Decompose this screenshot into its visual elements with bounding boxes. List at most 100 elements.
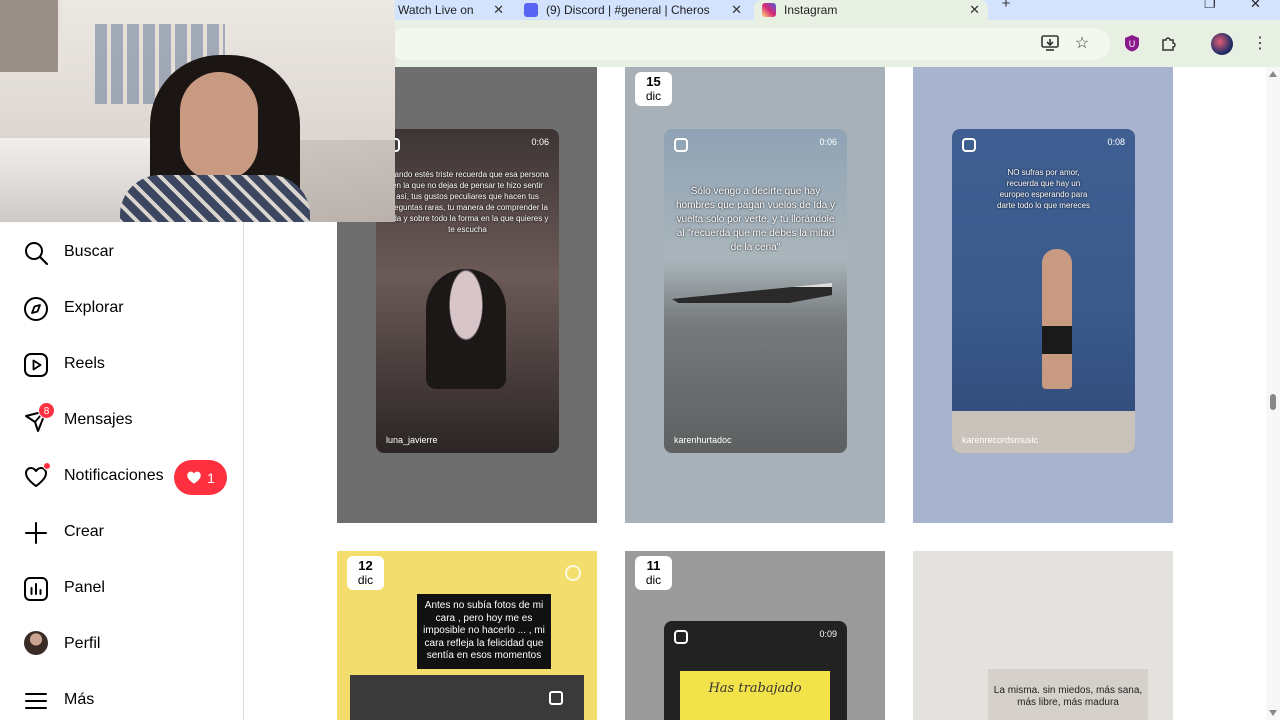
- reel-boat: [952, 411, 1135, 453]
- carousel-icon: [549, 691, 563, 705]
- reels-icon: [674, 630, 688, 644]
- page-scrollbar[interactable]: [1266, 67, 1280, 720]
- sidebar-item-label: Crear: [64, 523, 105, 540]
- sidebar-item-label: Reels: [64, 355, 105, 372]
- grid-post[interactable]: La misma. sin miedos, más sana, más libr…: [913, 551, 1173, 720]
- chart-icon: [24, 577, 48, 601]
- tab-title: Watch Live on: [398, 3, 474, 17]
- menu-icon: [25, 693, 47, 709]
- webcam-person-face: [180, 72, 258, 180]
- sidebar-item-label: Panel: [64, 579, 105, 596]
- reel-username: karenrecordsmusic: [962, 435, 1039, 445]
- tab-discord[interactable]: (9) Discord | #general | Cheros ✕: [516, 0, 750, 20]
- sidebar-item-notificaciones[interactable]: Notificaciones 1: [0, 453, 244, 501]
- reels-icon: [962, 138, 976, 152]
- grid-post[interactable]: 0:08 NO sufras por amor, recuerda que ha…: [913, 67, 1173, 523]
- discord-icon: [524, 3, 538, 17]
- post-date-month: dic: [357, 573, 374, 587]
- pin-icon: [565, 565, 581, 581]
- grid-post[interactable]: 12 dic Antes no subía fotos de mi cara , …: [337, 551, 597, 720]
- sidebar-item-label: Mensajes: [64, 411, 133, 428]
- grid-post[interactable]: 15 dic 0:06 Sólo vengo a decirte que hay …: [625, 67, 885, 523]
- sidebar-item-crear[interactable]: Crear: [0, 509, 244, 557]
- sidebar-item-perfil[interactable]: Perfil: [0, 621, 244, 669]
- reel-subject: [1042, 249, 1072, 389]
- bookmark-star-icon[interactable]: ☆: [1072, 33, 1092, 53]
- notification-count-pill[interactable]: 1: [174, 460, 227, 495]
- svg-text:U: U: [1129, 39, 1136, 49]
- reel-caption: cuando estés triste recuerda que esa per…: [386, 170, 549, 234]
- reel-caption: Sólo vengo a decirte que hay hombres que…: [676, 186, 835, 253]
- sidebar-item-mensajes[interactable]: 8 Mensajes: [0, 397, 244, 445]
- close-icon[interactable]: ✕: [493, 2, 504, 18]
- sidebar-item-label: Perfil: [64, 635, 101, 652]
- ublock-extension-icon[interactable]: U: [1122, 33, 1142, 53]
- restore-window-icon[interactable]: ❐: [1204, 0, 1216, 10]
- extensions-puzzle-icon[interactable]: [1159, 33, 1179, 53]
- reel-subject: [426, 269, 506, 389]
- reels-icon: [24, 353, 48, 377]
- scrollbar-thumb[interactable]: [1270, 394, 1276, 410]
- install-app-icon[interactable]: [1040, 33, 1060, 53]
- reel-thumbnail: 0:09 Has trabajado: [664, 621, 847, 720]
- profile-avatar-icon[interactable]: [1211, 33, 1233, 55]
- post-caption-box: Antes no subía fotos de mi cara , pero h…: [417, 594, 551, 669]
- close-icon[interactable]: ✕: [731, 2, 742, 18]
- scroll-up-icon[interactable]: [1269, 71, 1277, 77]
- reel-duration: 0:08: [1107, 137, 1125, 147]
- heart-filled-icon: [187, 471, 201, 484]
- instagram-icon: [762, 3, 776, 17]
- unread-messages-badge: 8: [38, 402, 55, 419]
- reel-thumbnail: 0:06 cuando estés triste recuerda que es…: [376, 129, 559, 453]
- reels-grid: 0:06 cuando estés triste recuerda que es…: [245, 67, 1265, 720]
- close-icon[interactable]: ✕: [969, 2, 980, 18]
- post-date-month: dic: [645, 573, 662, 587]
- close-window-icon[interactable]: ✕: [1250, 0, 1261, 10]
- reel-username: luna_javierre: [386, 435, 438, 445]
- post-date-day: 12: [358, 558, 373, 573]
- sticky-note: Has trabajado: [680, 671, 830, 720]
- reel-duration: 0:06: [531, 137, 549, 147]
- reel-duration: 0:09: [819, 629, 837, 639]
- screen: Watch Live on ✕ (9) Discord | #general |…: [0, 0, 1280, 720]
- sidebar-item-label: Notificaciones: [64, 467, 164, 484]
- post-date-day: 15: [646, 74, 661, 89]
- sidebar-item-mas[interactable]: Más: [0, 677, 244, 720]
- sidebar-item-reels[interactable]: Reels: [0, 341, 244, 389]
- scroll-down-icon[interactable]: [1269, 710, 1277, 716]
- reel-caption: NO sufras por amor, recuerda que hay un …: [997, 168, 1090, 210]
- reel-thumbnail: 0:08 NO sufras por amor, recuerda que ha…: [952, 129, 1135, 453]
- plus-icon: [25, 522, 47, 544]
- post-date-badge: 12 dic: [347, 556, 384, 590]
- search-icon: [25, 242, 49, 266]
- post-date-badge: 15 dic: [635, 72, 672, 106]
- grid-post[interactable]: 11 dic 0:09 Has trabajado: [625, 551, 885, 720]
- post-date-day: 11: [646, 558, 661, 573]
- sidebar-item-panel[interactable]: Panel: [0, 565, 244, 613]
- reel-duration: 0:06: [819, 137, 837, 147]
- post-caption-box: La misma. sin miedos, más sana, más libr…: [988, 669, 1148, 720]
- reel-username: karenhurtadoc: [674, 435, 732, 445]
- new-tab-button[interactable]: +: [996, 0, 1016, 16]
- tab-watch-live[interactable]: Watch Live on ✕: [390, 0, 512, 20]
- address-bar[interactable]: [390, 28, 1110, 60]
- compass-icon: [24, 297, 48, 321]
- sidebar-item-buscar[interactable]: Buscar: [0, 229, 244, 277]
- notification-count: 1: [207, 469, 215, 486]
- instagram-sidebar: Buscar Explorar Reels 8 Mensajes Notific…: [0, 222, 244, 720]
- reel-thumbnail: 0:06 Sólo vengo a decirte que hay hombre…: [664, 129, 847, 453]
- tab-instagram[interactable]: Instagram ✕: [754, 0, 988, 20]
- reels-icon: [674, 138, 688, 152]
- avatar: [24, 631, 48, 655]
- sidebar-item-explorar[interactable]: Explorar: [0, 285, 244, 333]
- notification-dot: [43, 462, 51, 470]
- kebab-menu-icon[interactable]: ⋮: [1250, 33, 1270, 53]
- sidebar-item-label: Buscar: [64, 243, 114, 260]
- webcam-overlay: [0, 0, 395, 222]
- tab-title: Instagram: [784, 3, 838, 17]
- post-date-badge: 11 dic: [635, 556, 672, 590]
- sidebar-item-label: Más: [64, 691, 95, 708]
- post-date-month: dic: [645, 89, 662, 103]
- tab-title: (9) Discord | #general | Cheros: [546, 3, 710, 17]
- reel-airplane: [672, 283, 832, 319]
